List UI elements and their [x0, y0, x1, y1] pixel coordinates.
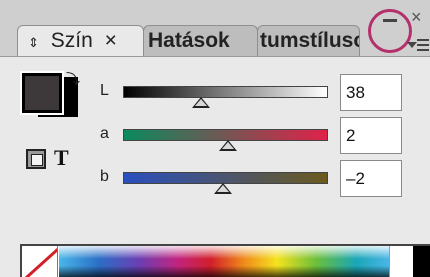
tab-hatasok[interactable]: Hatások	[143, 25, 258, 56]
panel-menu-icon[interactable]	[407, 36, 429, 54]
tab-close-icon[interactable]: ×	[105, 26, 117, 55]
tab-label: Hatások	[148, 29, 230, 52]
slider-label: L	[100, 82, 109, 99]
slider-thumb[interactable]	[214, 183, 233, 194]
collapse-highlight-ring	[368, 9, 412, 53]
close-icon[interactable]: ×	[411, 8, 422, 26]
slider-label: a	[100, 125, 109, 142]
slider-track[interactable]	[123, 86, 328, 98]
tab-arrows-icon: ⇕	[28, 35, 39, 50]
panel-tab-strip: ⇕ Szín × Hatások tumstílusok ×	[0, 0, 430, 56]
tab-label: Szín	[50, 29, 93, 52]
color-panel: ⤵ T L 38 a 2 b –2	[0, 56, 430, 277]
value-field[interactable]: –2	[340, 160, 402, 197]
value-field[interactable]: 2	[340, 117, 402, 154]
tab-szin[interactable]: ⇕ Szín ×	[17, 25, 144, 56]
none-color-swatch[interactable]	[22, 246, 58, 277]
black-swatch[interactable]	[413, 246, 430, 277]
white-swatch[interactable]	[389, 246, 413, 277]
collapse-icon[interactable]	[383, 19, 397, 22]
slider-thumb[interactable]	[218, 140, 237, 151]
tab-label: tumstílusok	[260, 29, 359, 52]
tab-tumstilusok[interactable]: tumstílusok	[257, 25, 360, 56]
slider-row-a: a 2	[0, 117, 430, 157]
value-field[interactable]: 38	[340, 74, 402, 111]
slider-row-l: L 38	[0, 74, 430, 114]
slider-thumb[interactable]	[191, 97, 210, 108]
color-spectrum[interactable]	[59, 246, 389, 277]
slider-row-b: b –2	[0, 160, 430, 200]
color-spectrum-bar	[20, 244, 430, 277]
slider-label: b	[100, 168, 109, 185]
